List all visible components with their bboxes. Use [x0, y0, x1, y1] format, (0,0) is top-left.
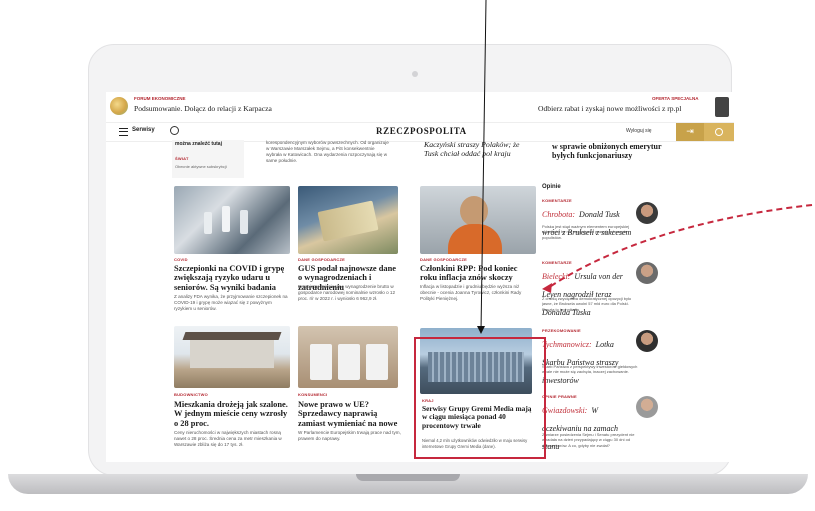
pointer-line [480, 0, 487, 332]
dashed-arrowhead [542, 283, 552, 293]
dashed-pointer-curve [547, 204, 813, 289]
annotation-overlay [477, 0, 813, 334]
pointer-arrowhead [477, 326, 485, 334]
